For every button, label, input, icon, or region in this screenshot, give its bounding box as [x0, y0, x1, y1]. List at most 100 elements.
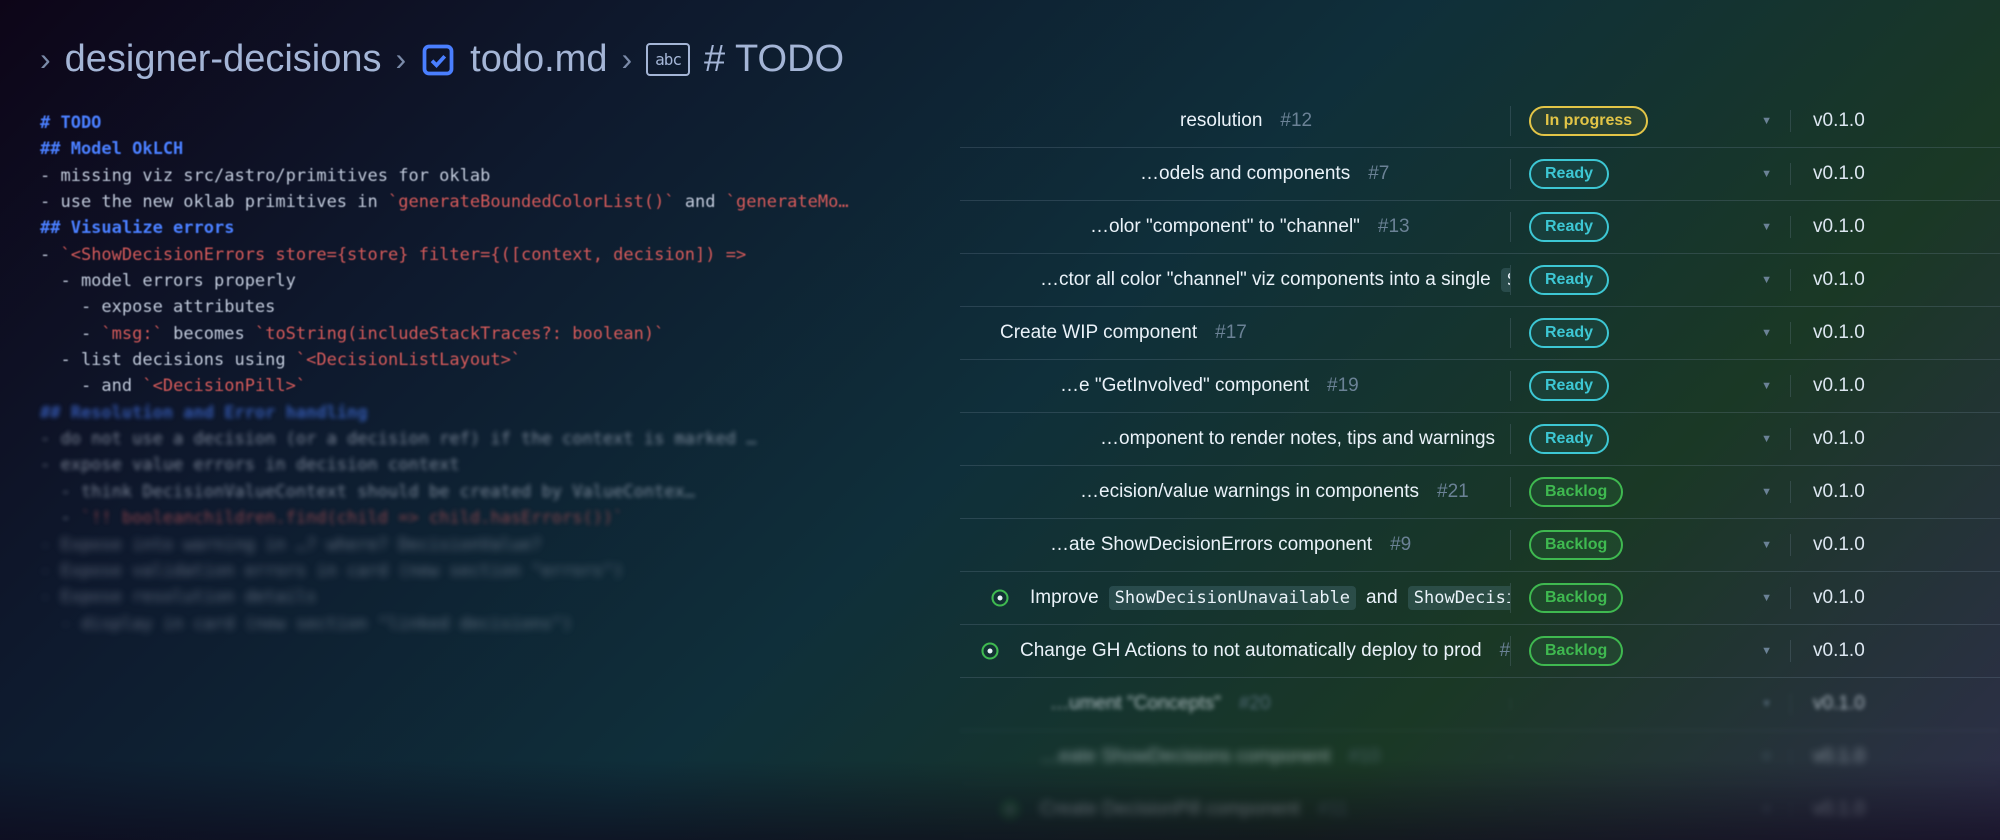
issue-title-text: Improve: [1030, 587, 1099, 609]
issue-row[interactable]: …odels and components#7 Ready ▼ v0.1.0: [960, 148, 2000, 201]
chevron-down-icon[interactable]: ▼: [1761, 751, 1772, 763]
issue-title[interactable]: Create DecisionPill component#11: [960, 799, 1510, 821]
issue-title[interactable]: resolution#12: [960, 110, 1510, 132]
issue-row[interactable]: …omponent to render notes, tips and warn…: [960, 413, 2000, 466]
issue-title-text: …ument "Concepts": [1050, 693, 1221, 715]
issue-title[interactable]: Create WIP component#17: [960, 322, 1510, 344]
version-cell[interactable]: v0.1.0: [1790, 587, 1970, 609]
issue-title[interactable]: ImproveShowDecisionUnavailable and ShowD…: [960, 586, 1510, 610]
issue-row[interactable]: Change GH Actions to not automatically d…: [960, 625, 2000, 678]
status-badge[interactable]: Ready: [1529, 159, 1609, 189]
issue-title-text: …odels and components: [1140, 163, 1350, 185]
chevron-down-icon[interactable]: ▼: [1761, 433, 1772, 445]
issue-row[interactable]: resolution#12 In progress ▼ v0.1.0: [960, 95, 2000, 148]
breadcrumb-heading[interactable]: # TODO: [704, 38, 844, 81]
editor-line: - Expose into warning in …? where? Decis…: [40, 532, 940, 558]
status-cell[interactable]: ▼: [1510, 698, 1790, 710]
status-cell[interactable]: Ready ▼: [1510, 159, 1790, 189]
version-cell[interactable]: v0.1.0: [1790, 163, 1970, 185]
version-cell[interactable]: v0.1.0: [1790, 693, 1970, 715]
status-cell[interactable]: In progress ▼: [1510, 106, 1790, 136]
issue-row[interactable]: …ecision/value warnings in components#21…: [960, 466, 2000, 519]
issue-title-text: …ate ShowDecisionErrors component: [1050, 534, 1372, 556]
editor-line: - expose value errors in decision contex…: [40, 452, 940, 478]
editor-line: ## Resolution and Error handling: [40, 400, 940, 426]
issue-row[interactable]: …ument "Concepts"#20 ▼ v0.1.0: [960, 678, 2000, 731]
version-cell[interactable]: v0.1.0: [1790, 375, 1970, 397]
chevron-down-icon[interactable]: ▼: [1761, 115, 1772, 127]
status-badge[interactable]: Backlog: [1529, 477, 1623, 507]
chevron-down-icon[interactable]: ▼: [1761, 486, 1772, 498]
chevron-down-icon[interactable]: ▼: [1761, 804, 1772, 816]
status-badge[interactable]: Backlog: [1529, 636, 1623, 666]
issue-row[interactable]: Create DecisionPill component#11 ▼ v0.1.0: [960, 784, 2000, 837]
editor-line: # TODO: [40, 110, 940, 136]
chevron-down-icon[interactable]: ▼: [1761, 592, 1772, 604]
issue-open-icon: [990, 588, 1010, 608]
version-cell[interactable]: v0.1.0: [1790, 428, 1970, 450]
version-cell[interactable]: v0.1.0: [1790, 110, 1970, 132]
version-cell[interactable]: v0.1.0: [1790, 534, 1970, 556]
chevron-down-icon[interactable]: ▼: [1761, 539, 1772, 551]
issue-open-icon: [980, 641, 1000, 661]
breadcrumb-root[interactable]: designer-decisions: [65, 38, 382, 81]
chevron-down-icon[interactable]: ▼: [1761, 380, 1772, 392]
editor-pane[interactable]: # TODO ## Model OkLCH - missing viz src/…: [40, 110, 940, 637]
version-cell[interactable]: v0.1.0: [1790, 746, 1970, 768]
issue-row[interactable]: ImproveShowDecisionUnavailable and ShowD…: [960, 572, 2000, 625]
status-badge[interactable]: Backlog: [1529, 530, 1623, 560]
status-badge[interactable]: Backlog: [1529, 583, 1623, 613]
status-cell[interactable]: Backlog ▼: [1510, 530, 1790, 560]
chevron-down-icon[interactable]: ▼: [1761, 168, 1772, 180]
issue-number: #54: [1500, 640, 1510, 662]
status-badge[interactable]: Ready: [1529, 371, 1609, 401]
chevron-down-icon[interactable]: ▼: [1761, 645, 1772, 657]
issue-number: #10: [1348, 746, 1380, 768]
chevron-down-icon[interactable]: ▼: [1761, 327, 1772, 339]
version-cell[interactable]: v0.1.0: [1790, 640, 1970, 662]
version-cell[interactable]: v0.1.0: [1790, 322, 1970, 344]
issue-title[interactable]: …eate ShowDecisions component#10: [960, 746, 1510, 768]
editor-line: ## Visualize errors: [40, 215, 940, 241]
issue-title[interactable]: …olor "component" to "channel"#13: [960, 216, 1510, 238]
issue-row[interactable]: …ate ShowDecisionErrors component #9 Backl…: [960, 519, 2000, 572]
issue-row[interactable]: …olor "component" to "channel"#13 Ready ▼ v…: [960, 201, 2000, 254]
status-cell[interactable]: Ready ▼: [1510, 265, 1790, 295]
version-cell[interactable]: v0.1.0: [1790, 216, 1970, 238]
chevron-down-icon[interactable]: ▼: [1761, 274, 1772, 286]
editor-line: - Expose resolution details: [40, 584, 940, 610]
status-badge[interactable]: Ready: [1529, 212, 1609, 242]
issue-title[interactable]: …ate ShowDecisionErrors component #9: [960, 534, 1510, 556]
status-badge[interactable]: Ready: [1529, 318, 1609, 348]
issue-title[interactable]: …ecision/value warnings in components#21: [960, 481, 1510, 503]
issue-title[interactable]: …odels and components#7: [960, 163, 1510, 185]
status-cell[interactable]: Backlog ▼: [1510, 477, 1790, 507]
issue-title[interactable]: …ument "Concepts"#20: [960, 693, 1510, 715]
issue-row[interactable]: …eate ShowDecisions component#10 ▼ v0.1.0: [960, 731, 2000, 784]
status-cell[interactable]: ▼: [1510, 804, 1790, 816]
status-badge[interactable]: In progress: [1529, 106, 1648, 136]
issue-title[interactable]: …ctor all color "channel" viz components…: [960, 268, 1510, 292]
issue-title[interactable]: …e "GetInvolved" component#19: [960, 375, 1510, 397]
status-badge[interactable]: Ready: [1529, 265, 1609, 295]
version-cell[interactable]: v0.1.0: [1790, 269, 1970, 291]
breadcrumb-file[interactable]: todo.md: [470, 38, 607, 81]
issue-row[interactable]: …e "GetInvolved" component#19 Ready ▼ v0.1.…: [960, 360, 2000, 413]
version-cell[interactable]: v0.1.0: [1790, 799, 1970, 821]
status-cell[interactable]: Ready ▼: [1510, 318, 1790, 348]
status-badge[interactable]: Ready: [1529, 424, 1609, 454]
status-cell[interactable]: Ready ▼: [1510, 424, 1790, 454]
status-cell[interactable]: ▼: [1510, 751, 1790, 763]
status-cell[interactable]: Ready ▼: [1510, 212, 1790, 242]
chevron-down-icon[interactable]: ▼: [1761, 698, 1772, 710]
issue-row[interactable]: Create WIP component#17 Ready ▼ v0.1.0: [960, 307, 2000, 360]
status-cell[interactable]: Ready ▼: [1510, 371, 1790, 401]
chevron-down-icon[interactable]: ▼: [1761, 221, 1772, 233]
status-cell[interactable]: Backlog ▼: [1510, 636, 1790, 666]
issue-title[interactable]: Change GH Actions to not automatically d…: [960, 640, 1510, 662]
issue-row[interactable]: …ctor all color "channel" viz components…: [960, 254, 2000, 307]
issue-title[interactable]: …omponent to render notes, tips and warn…: [960, 428, 1510, 450]
status-cell[interactable]: Backlog ▼: [1510, 583, 1790, 613]
version-cell[interactable]: v0.1.0: [1790, 481, 1970, 503]
issue-number: #9: [1390, 534, 1411, 556]
